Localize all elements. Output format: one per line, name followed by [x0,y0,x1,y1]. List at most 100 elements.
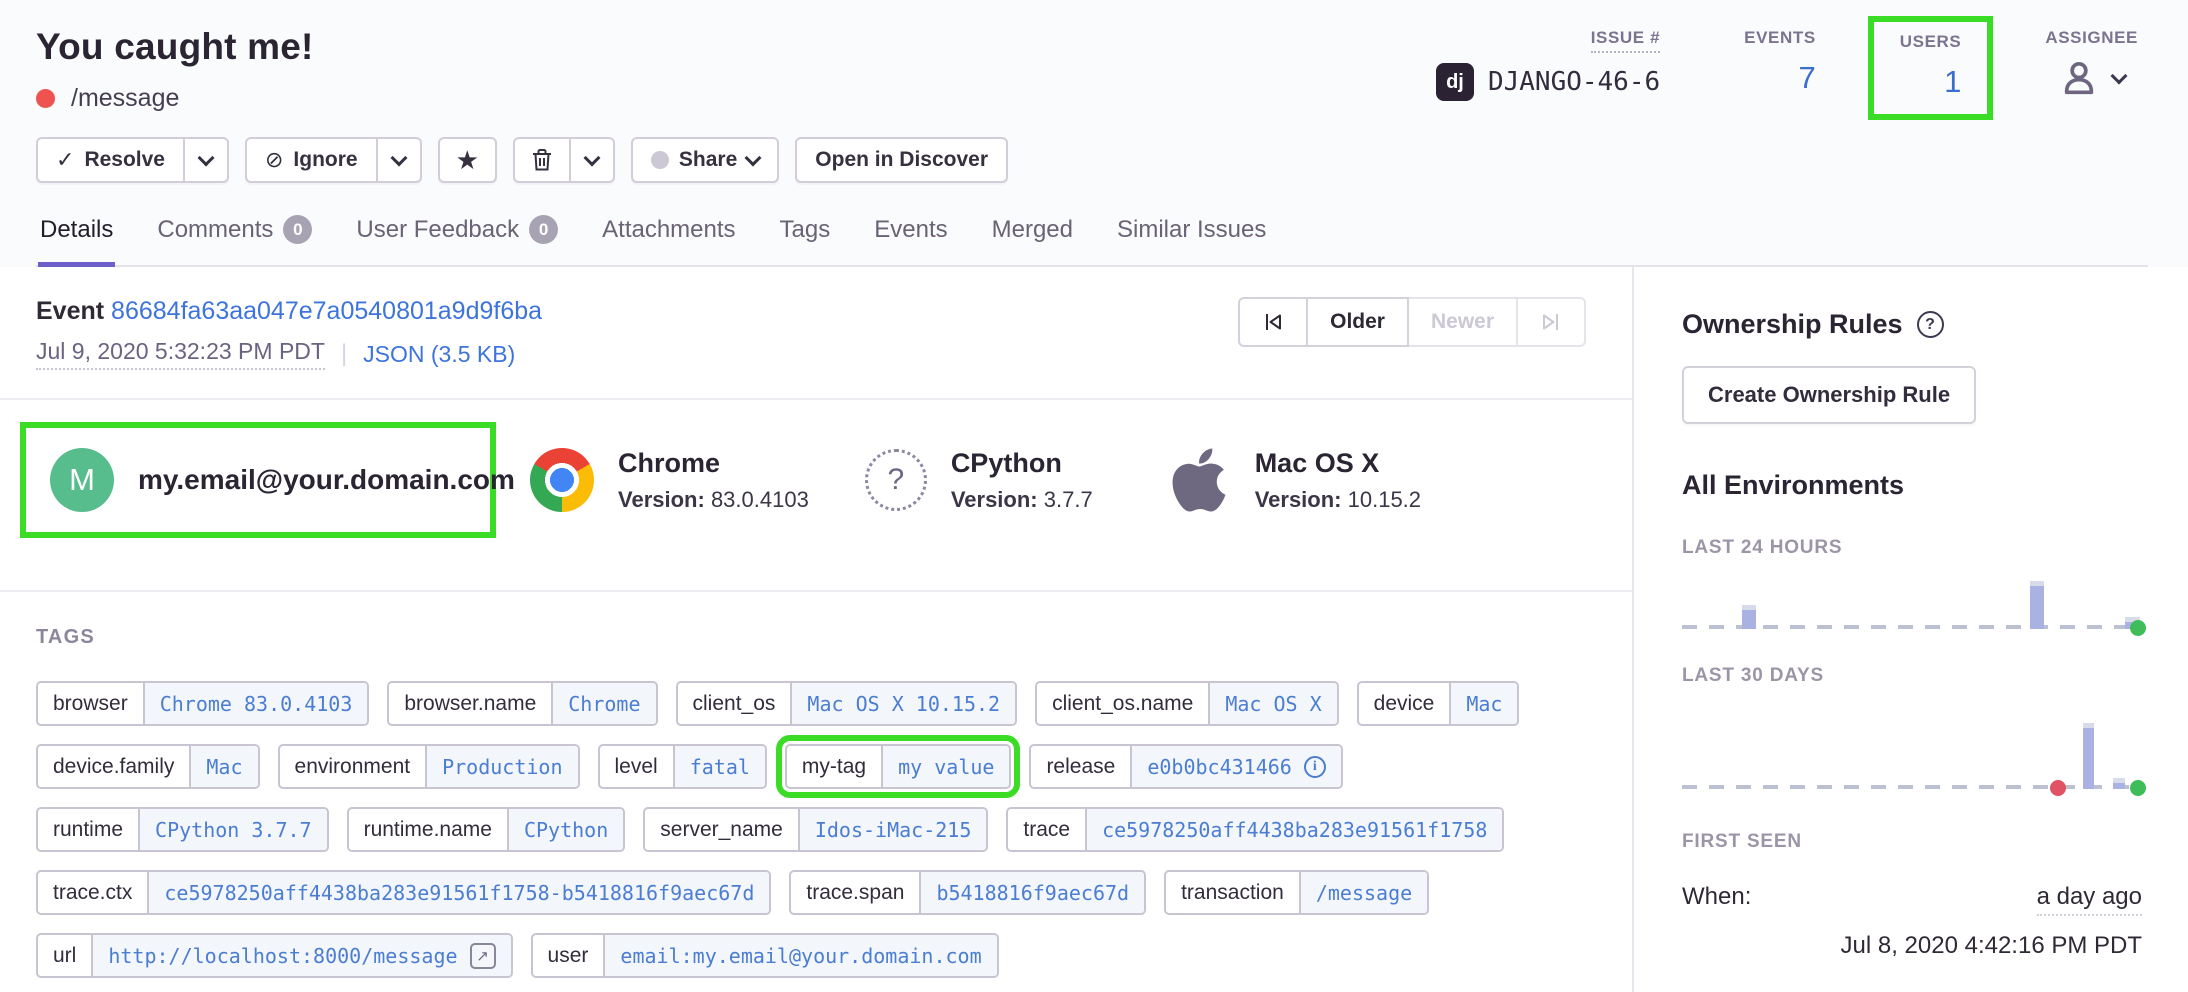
tab-label: Events [874,216,947,244]
info-icon[interactable]: i [1304,756,1326,778]
tag-pill-device.family[interactable]: device.familyMac [36,744,260,789]
tag-key: environment [280,746,426,787]
tag-key: release [1031,746,1130,787]
tag-pill-runtime.name[interactable]: runtime.nameCPython [347,807,626,852]
resolve-dropdown-button[interactable] [185,137,229,183]
tag-value[interactable]: Mac OS X 10.15.2 [790,683,1015,724]
external-link-icon[interactable]: ↗ [470,943,496,969]
tab-attachments[interactable]: Attachments [600,211,737,267]
green-marker-dot [2130,620,2146,636]
tag-pill-browser.name[interactable]: browser.nameChrome [387,681,657,726]
tag-pill-transaction[interactable]: transaction/message [1164,870,1429,915]
issue-number-label[interactable]: ISSUE # [1591,28,1660,53]
tags-section: TAGS browserChrome 83.0.4103browser.name… [36,592,1592,978]
red-marker-dot [2050,780,2066,796]
tag-value[interactable]: Idos-iMac-215 [798,809,987,850]
tag-value[interactable]: /message [1299,872,1427,913]
share-button[interactable]: Share [631,137,779,183]
tag-value[interactable]: b5418816f9aec67d [919,872,1144,913]
delete-dropdown-button[interactable] [571,137,615,183]
culprit-label: /message [71,84,179,113]
tag-pill-server_name[interactable]: server_nameIdos-iMac-215 [643,807,988,852]
tag-pill-user[interactable]: useremail:my.email@your.domain.com [531,933,999,978]
tag-pill-url[interactable]: urlhttp://localhost:8000/message↗ [36,933,513,978]
users-count[interactable]: 1 [1944,64,1961,100]
open-in-discover-button[interactable]: Open in Discover [795,137,1008,183]
user-annotation-frame: M my.email@your.domain.com [20,422,496,538]
delete-button[interactable] [513,137,571,183]
tag-value[interactable]: email:my.email@your.domain.com [603,935,996,976]
tag-value[interactable]: Mac [189,746,257,787]
issue-number-value: dj DJANGO-46-6 [1436,63,1660,101]
last-30-days-sparkline [1682,713,2142,789]
tag-value[interactable]: my value [881,746,1009,787]
tag-value[interactable]: Production [425,746,577,787]
ignore-button[interactable]: ⊘ Ignore [245,137,378,183]
tag-pill-device[interactable]: deviceMac [1357,681,1520,726]
tab-tags[interactable]: Tags [778,211,833,267]
tag-value[interactable]: Chrome [551,683,655,724]
tab-label: Tags [780,216,831,244]
tab-details[interactable]: Details [38,211,115,267]
tag-value[interactable]: Mac [1449,683,1517,724]
tag-value[interactable]: fatal [673,746,765,787]
chevron-down-icon [745,150,762,167]
sidebar: Ownership Rules ? Create Ownership Rule … [1632,267,2188,992]
when-label: When: [1682,883,1751,911]
tab-label: Similar Issues [1117,216,1266,244]
tag-key: client_os.name [1037,683,1208,724]
events-count[interactable]: 7 [1799,60,1816,96]
tag-pill-runtime[interactable]: runtimeCPython 3.7.7 [36,807,329,852]
tag-pill-level[interactable]: levelfatal [598,744,767,789]
tag-pill-client_os.name[interactable]: client_os.nameMac OS X [1035,681,1339,726]
ignore-dropdown-button[interactable] [378,137,422,183]
tag-value[interactable]: e0b0bc431466i [1130,746,1341,787]
tab-user-feedback[interactable]: User Feedback0 [354,211,560,267]
issue-header: You caught me! /message ISSUE # dj DJANG… [0,0,2188,267]
tag-row: trace.ctxce5978250aff4438ba283e91561f175… [36,870,1592,915]
delete-button-group [513,137,615,183]
event-timestamp[interactable]: Jul 9, 2020 5:32:23 PM PDT [36,338,325,370]
last-24-hours-label: LAST 24 HOURS [1682,537,2142,559]
tag-pill-client_os[interactable]: client_osMac OS X 10.15.2 [676,681,1018,726]
tag-pill-trace[interactable]: tracece5978250aff4438ba283e91561f1758 [1006,807,1504,852]
tag-value[interactable]: ce5978250aff4438ba283e91561f1758-b541881… [147,872,769,913]
tag-key: device [1359,683,1450,724]
tag-pill-release[interactable]: releasee0b0bc431466i [1029,744,1342,789]
tag-row: runtimeCPython 3.7.7 runtime.nameCPython s… [36,807,1592,852]
tag-value[interactable]: CPython 3.7.7 [138,809,327,850]
resolve-button[interactable]: ✓ Resolve [36,137,185,183]
tab-comments[interactable]: Comments0 [155,211,314,267]
oldest-event-button[interactable] [1238,297,1308,347]
tag-pill-environment[interactable]: environmentProduction [278,744,580,789]
tag-value[interactable]: Chrome 83.0.4103 [143,683,368,724]
event-id-block: Event 86684fa63aa047e7a0540801a9d9f6ba J… [36,297,542,370]
tag-value[interactable]: http://localhost:8000/message↗ [91,935,510,976]
help-icon[interactable]: ? [1917,311,1944,338]
first-seen-relative[interactable]: a day ago [2037,883,2142,916]
tag-pill-browser[interactable]: browserChrome 83.0.4103 [36,681,369,726]
tag-value[interactable]: ce5978250aff4438ba283e91561f1758 [1085,809,1502,850]
newest-event-button [1518,297,1586,347]
tab-events[interactable]: Events [872,211,949,267]
browser-version: 83.0.4103 [711,487,809,512]
tag-key: user [533,935,604,976]
older-event-button[interactable]: Older [1308,297,1409,347]
tab-similar-issues[interactable]: Similar Issues [1115,211,1268,267]
event-id-link[interactable]: 86684fa63aa047e7a0540801a9d9f6ba [111,297,542,325]
event-json-link[interactable]: JSON (3.5 KB) [363,341,515,368]
bookmark-button[interactable]: ★ [438,137,497,183]
assignee-dropdown[interactable] [2059,58,2125,98]
sparkline-bar [2083,723,2094,789]
tab-merged[interactable]: Merged [990,211,1075,267]
tag-value[interactable]: CPython [507,809,623,850]
tag-pill-trace.span[interactable]: trace.spanb5418816f9aec67d [789,870,1146,915]
chevron-down-icon [197,150,214,167]
tag-pill-trace.ctx[interactable]: trace.ctxce5978250aff4438ba283e91561f175… [36,870,771,915]
header-top: You caught me! /message ISSUE # dj DJANG… [36,26,2148,113]
tag-pill-my-tag[interactable]: my-tagmy value [785,744,1012,789]
runtime-context-card: ? CPython Version: 3.7.7 [865,448,1093,513]
error-level-dot [36,89,55,108]
create-ownership-rule-button[interactable]: Create Ownership Rule [1682,366,1976,424]
tag-value[interactable]: Mac OS X [1208,683,1336,724]
